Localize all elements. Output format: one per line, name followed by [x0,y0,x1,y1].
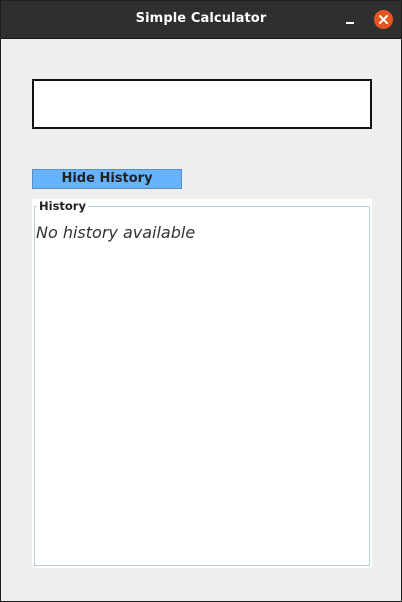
minimize-icon [346,22,354,24]
calculator-window: Simple Calculator Hide History History N… [0,0,402,602]
close-button[interactable] [374,10,393,29]
title-bar[interactable]: Simple Calculator [1,1,401,39]
history-empty-message: No history available [36,223,196,242]
history-panel: History No history available [32,199,372,568]
hide-history-button[interactable]: Hide History [32,169,182,189]
window-title: Simple Calculator [135,11,267,26]
minimize-button[interactable] [342,10,358,28]
history-legend: History [37,199,88,213]
calculator-display[interactable] [32,79,372,129]
close-icon [379,15,388,24]
history-frame [34,206,370,566]
